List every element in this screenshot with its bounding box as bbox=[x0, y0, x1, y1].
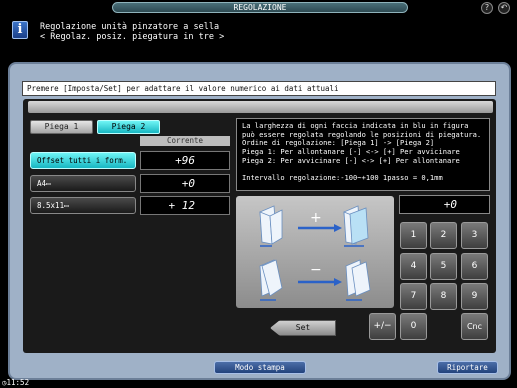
key-1[interactable]: 1 bbox=[400, 222, 427, 249]
numeric-display: +0 bbox=[399, 195, 490, 214]
clock: ◷11:52 bbox=[2, 378, 29, 387]
return-button[interactable]: Riportare bbox=[437, 361, 498, 374]
option-letter-label: 8.5x11▭ bbox=[37, 201, 69, 210]
value-letter: + 12 bbox=[140, 196, 230, 215]
key-5[interactable]: 5 bbox=[430, 253, 457, 280]
key-0[interactable]: 0 bbox=[400, 313, 427, 340]
help-icon[interactable]: ? bbox=[481, 2, 493, 14]
info-icon: i bbox=[12, 21, 28, 39]
clock-time: 11:52 bbox=[6, 378, 30, 387]
paper-icon bbox=[259, 205, 283, 245]
key-4[interactable]: 4 bbox=[400, 253, 427, 280]
key-6[interactable]: 6 bbox=[461, 253, 488, 280]
option-a4[interactable]: A4▭ bbox=[30, 175, 136, 192]
description-box: La larghezza di ogni faccia indicata in … bbox=[236, 118, 490, 191]
plus-symbol: + bbox=[310, 210, 322, 226]
message-line-2: < Regolaz. posiz. piegatura in tre > bbox=[40, 32, 225, 42]
tab-piega-2[interactable]: Piega 2 bbox=[97, 120, 160, 134]
key-cancel[interactable]: Cnc bbox=[461, 313, 488, 340]
option-a4-label: A4▭ bbox=[37, 179, 51, 188]
instruction-bar: Premere [Imposta/Set] per adattare il va… bbox=[22, 81, 496, 96]
key-8[interactable]: 8 bbox=[430, 283, 457, 310]
key-2[interactable]: 2 bbox=[430, 222, 457, 249]
print-mode-button[interactable]: Modo stampa bbox=[214, 361, 306, 374]
message-line-1: Regolazione unità pinzatore a sella bbox=[40, 22, 220, 32]
option-offset-all-formats[interactable]: Offset tutti i form. bbox=[30, 152, 136, 169]
key-7[interactable]: 7 bbox=[400, 283, 427, 310]
screen-title: REGOLAZIONE bbox=[112, 2, 408, 13]
description-line: Intervallo regolazione:-100~+100 1passo … bbox=[242, 173, 443, 183]
set-button[interactable]: Set bbox=[270, 320, 336, 336]
key-3[interactable]: 3 bbox=[461, 222, 488, 249]
tab-piega-1[interactable]: Piega 1 bbox=[30, 120, 93, 134]
option-letter[interactable]: 8.5x11▭ bbox=[30, 197, 136, 214]
content-header-bar bbox=[28, 101, 493, 113]
key-plus-minus[interactable]: +/− bbox=[369, 313, 396, 340]
value-offset-all-formats: +96 bbox=[140, 151, 230, 170]
description-line: Piega 2: Per avvicinare [-] <-> [+] Per … bbox=[242, 155, 460, 165]
value-a4: +0 bbox=[140, 174, 230, 193]
fold-diagram: + − bbox=[236, 196, 394, 308]
current-column-header: Corrente bbox=[140, 136, 230, 146]
back-icon[interactable]: ↶ bbox=[498, 2, 510, 14]
minus-symbol: − bbox=[310, 262, 322, 278]
key-9[interactable]: 9 bbox=[461, 283, 488, 310]
